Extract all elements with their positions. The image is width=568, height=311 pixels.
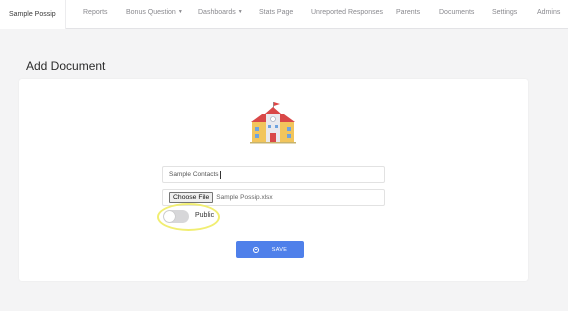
nav-item-reports[interactable]: Reports xyxy=(83,9,108,16)
nav-item-parents[interactable]: Parents xyxy=(396,9,420,16)
nav-item-label: Stats Page xyxy=(259,9,294,16)
nav-brand-tab[interactable]: Sample Possip xyxy=(0,0,66,29)
text-cursor xyxy=(219,170,221,179)
choose-file-button[interactable]: Choose File xyxy=(169,192,214,203)
nav-item-bonus-question[interactable]: Bonus Question ▼ xyxy=(126,9,183,16)
page-title: Add Document xyxy=(26,59,106,73)
nav-item-admins[interactable]: Admins xyxy=(537,9,560,16)
nav-item-documents[interactable]: Documents xyxy=(439,9,474,16)
nav-item-label: Bonus Question xyxy=(126,9,176,16)
save-button-label: SAVE xyxy=(271,246,288,253)
nav-item-label: Admins xyxy=(537,9,561,16)
chevron-down-icon: ▼ xyxy=(237,9,243,15)
public-toggle[interactable] xyxy=(163,210,189,223)
nav-item-label: Documents xyxy=(439,9,475,16)
selected-file-name: Sample Possip.xlsx xyxy=(216,194,273,201)
nav-item-label: Reports xyxy=(83,9,108,16)
nav-item-stats-page[interactable]: Stats Page xyxy=(259,9,293,16)
public-toggle-label: Public xyxy=(195,212,215,219)
nav-brand-label: Sample Possip xyxy=(9,10,56,18)
toggle-knob xyxy=(164,211,175,222)
nav-item-label: Parents xyxy=(396,9,421,16)
nav-item-label: Unreported Responses xyxy=(311,9,383,16)
chevron-down-icon: ▼ xyxy=(177,9,183,15)
school-building-icon xyxy=(250,102,296,144)
nav-item-unreported-responses[interactable]: Unreported Responses xyxy=(311,9,383,16)
nav-item-label: Settings xyxy=(492,9,518,16)
document-name-value: Sample Contacts xyxy=(169,171,219,178)
save-button[interactable]: SAVE xyxy=(236,241,304,258)
top-navigation: Sample Possip Reports Bonus Question ▼ Da… xyxy=(0,0,568,29)
save-circle-icon xyxy=(252,246,259,253)
document-name-input[interactable]: Sample Contacts xyxy=(162,166,385,183)
nav-item-settings[interactable]: Settings xyxy=(492,9,517,16)
nav-item-label: Dashboards xyxy=(198,9,236,16)
nav-item-dashboards[interactable]: Dashboards ▼ xyxy=(198,9,243,16)
